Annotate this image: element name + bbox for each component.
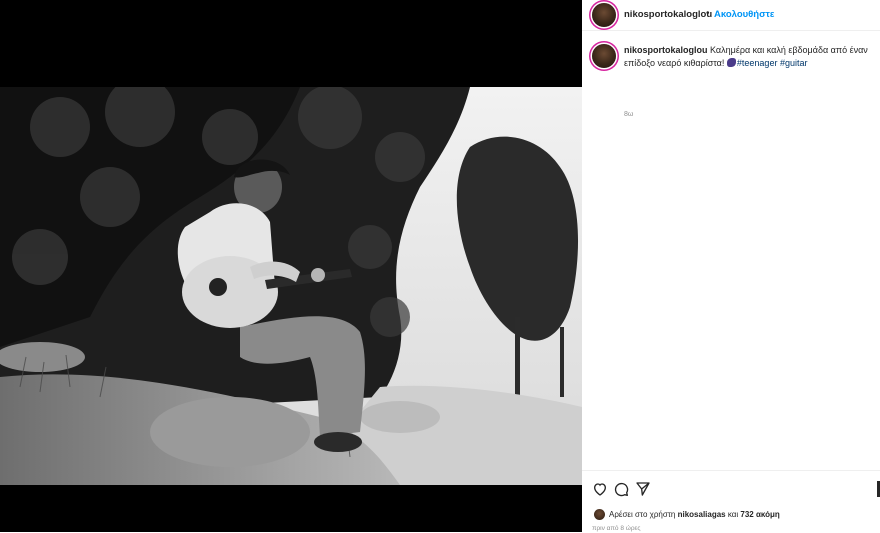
liker-avatar[interactable] (594, 509, 605, 520)
likes-middle: και (727, 510, 739, 519)
follow-button[interactable]: Ακολουθήστε (714, 9, 774, 20)
post-photo[interactable] (0, 87, 582, 485)
caption-avatar[interactable] (592, 44, 616, 68)
likes-count[interactable]: 732 ακόμη (740, 510, 779, 519)
post-media (0, 0, 582, 532)
caption-username[interactable]: nikosportokaloglou (624, 45, 708, 55)
hashtag-guitar[interactable]: #guitar (780, 58, 808, 68)
likes-summary: Αρέσει στο χρήστη nikosaliagas και 732 α… (609, 510, 780, 519)
post-actions-section: Αρέσει στο χρήστη nikosaliagas και 732 α… (582, 470, 880, 533)
post-time: 8ω (624, 111, 634, 118)
caption: nikosportokaloglou Καλημέρα και καλή εβδ… (624, 44, 874, 70)
likes-prefix: Αρέσει στο χρήστη (609, 510, 676, 519)
share-icon[interactable] (635, 481, 651, 497)
separator-dot: • (706, 8, 710, 19)
avatar[interactable] (592, 3, 616, 27)
post-header: nikosportokaloglou • Ακολουθήστε (582, 0, 880, 31)
liker-username[interactable]: nikosaliagas (678, 510, 726, 519)
post-sidebar: nikosportokaloglou • Ακολουθήστε nikospo… (582, 0, 880, 532)
hashtag-teenager[interactable]: #teenager (737, 58, 778, 68)
header-username[interactable]: nikosportokaloglou (624, 9, 712, 20)
heart-icon[interactable] (592, 481, 608, 497)
guitar-emoji-icon (726, 58, 736, 67)
photo-illustration (0, 87, 582, 485)
comment-icon[interactable] (613, 481, 629, 497)
post-ago: πριν από 8 ώρες (592, 525, 641, 532)
